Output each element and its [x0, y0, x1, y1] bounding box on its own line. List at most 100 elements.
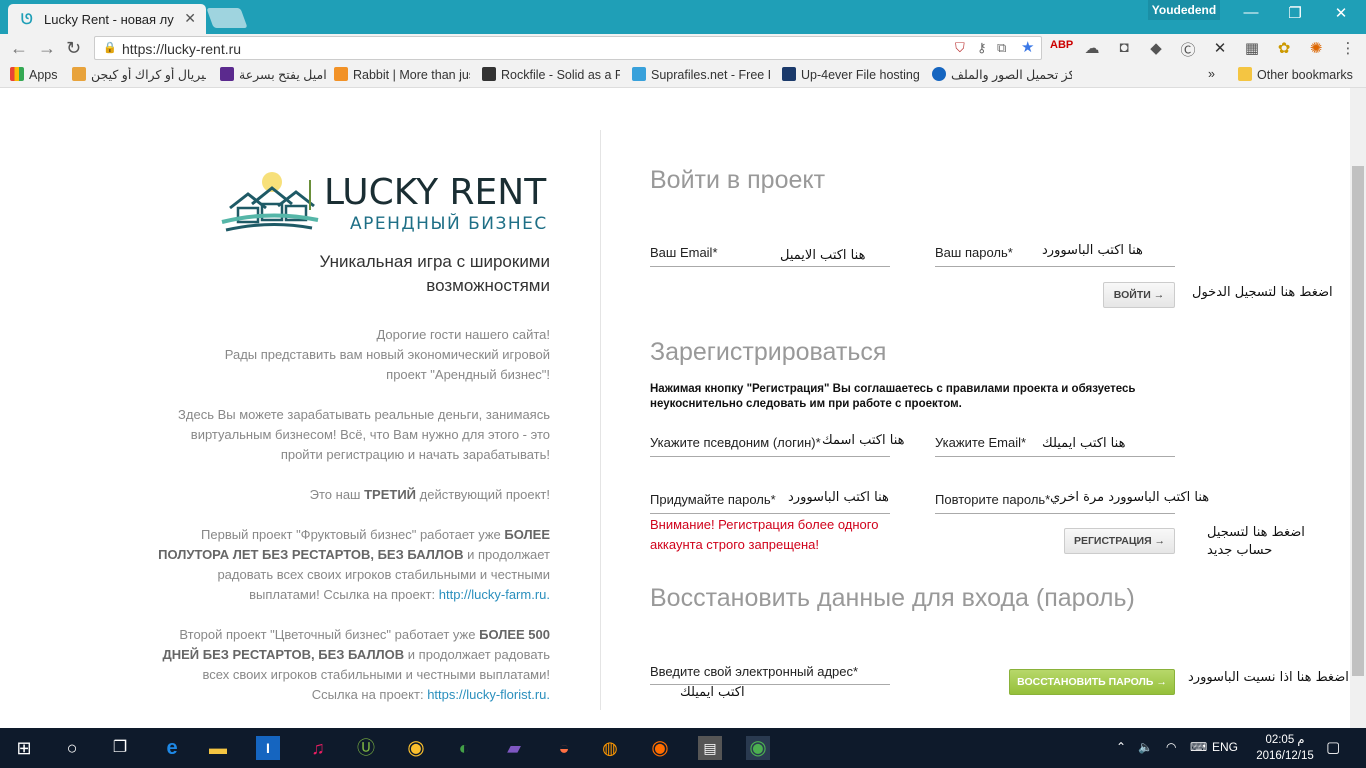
bookmark-rabbit[interactable]: Rabbit | More than jus	[334, 67, 470, 82]
intro-text-bold: ТРЕТИЙ	[364, 487, 417, 502]
register-email-underline	[935, 456, 1175, 457]
puzzle-icon[interactable]: ✿	[1274, 39, 1294, 57]
windows-start-icon[interactable]: ⊞	[12, 736, 36, 760]
bookmark-serial[interactable]: سيريال أو كراك أو كيجن	[72, 67, 206, 82]
intro-text-bold: БОЛЕЕ 500	[479, 627, 550, 642]
other-bookmarks[interactable]: Other bookmarks	[1238, 67, 1353, 82]
itunes-icon[interactable]: ♫	[306, 736, 330, 760]
intro-text-bold: ПОЛУТОРА ЛЕТ БЕЗ РЕСТАРТОВ, БЕЗ БАЛЛОВ	[158, 547, 464, 562]
lucky-farm-link[interactable]: http://lucky-farm.ru.	[439, 587, 550, 602]
recover-button-hint: اضغط هنا اذا نسيت الباسوورد	[1188, 670, 1349, 685]
back-icon[interactable]: ←	[10, 38, 28, 59]
extension-c-icon[interactable]: Ⓒ	[1178, 39, 1198, 60]
register-password-label: Придумайте пароль*	[650, 492, 776, 507]
star-icon[interactable]: ★	[1021, 38, 1034, 56]
login-email-input[interactable]: هنا اكتب الايميل	[780, 248, 865, 263]
url-text: https://lucky-rent.ru	[122, 41, 242, 57]
shield-icon[interactable]: ⛉	[955, 40, 965, 56]
image-extension-icon[interactable]: ▦	[1242, 39, 1262, 57]
bookmark-suprafiles[interactable]: Suprafiles.net - Free F	[632, 67, 770, 82]
gear-extension-icon[interactable]: ✺	[1306, 39, 1326, 57]
register-login-input[interactable]: هنا اكتب اسمك	[822, 433, 904, 448]
menu-icon[interactable]: ⋮	[1338, 39, 1358, 57]
register-password-input[interactable]: هنا اكتب الباسوورد	[788, 490, 889, 505]
bookmarks-bar: Apps سيريال أو كراك أو كيجن اميل يفتح بس…	[0, 62, 1366, 88]
windows-taskbar: ⊞ ○ ❐ e ▬ I ♫ Ⓤ ◉ ◐ ▰ ◒ ◍ ◉ ▤ ◉ ⌃ 🔈 ◠ ⌨ …	[0, 728, 1366, 768]
volume-icon[interactable]: 🔈	[1138, 740, 1153, 754]
bookmark-label: مركز تحميل الصور والملف	[951, 68, 1072, 82]
forward-icon[interactable]: →	[38, 38, 56, 59]
search-icon[interactable]: ○	[60, 736, 84, 760]
tab-title: Lucky Rent - новая лучш	[44, 12, 174, 27]
bookmark-email[interactable]: اميل يفتح بسرعة	[220, 67, 332, 82]
login-email-underline	[650, 266, 890, 267]
scrollbar-thumb[interactable]	[1352, 166, 1364, 676]
browser-toolbar: ← → ↻ 🔒 https://lucky-rent.ru ⛉ ⚷ ⧉ ★ AB…	[0, 34, 1366, 62]
firefox-icon[interactable]: ◉	[648, 736, 672, 760]
key-icon[interactable]: ⚷	[977, 40, 987, 56]
minimize-icon[interactable]: —	[1236, 4, 1266, 21]
video-app-icon[interactable]: ▰	[502, 736, 526, 760]
login-button[interactable]: ВОЙТИ →	[1103, 282, 1175, 308]
bookmark-label: Up-4ever File hosting	[801, 68, 920, 82]
register-repeat-label: Повторите пароль*	[935, 492, 1051, 507]
login-button-hint: اضغط هنا لتسجيل الدخول	[1192, 285, 1333, 300]
reload-icon[interactable]: ↻	[66, 38, 81, 59]
register-email-input[interactable]: هنا اكتب ايميلك	[1042, 436, 1125, 451]
file-explorer-icon[interactable]: ▬	[206, 736, 230, 760]
adblock-icon[interactable]: ABP	[1050, 39, 1073, 51]
media-app-icon[interactable]: ▤	[698, 736, 722, 760]
bookmark-up4ever[interactable]: Up-4ever File hosting	[782, 67, 922, 82]
intro-text-part: Ссылка на проект:	[311, 687, 428, 702]
intro-text-part: Это наш	[309, 487, 365, 502]
new-tab-button[interactable]	[206, 8, 248, 28]
login-password-label: Ваш пароль*	[935, 245, 1013, 260]
maximize-icon[interactable]: ❐	[1280, 4, 1310, 22]
recover-button[interactable]: ВОССТАНОВИТЬ ПАРОЛЬ →	[1009, 669, 1175, 695]
rainbow-icon[interactable]: ☁	[1082, 39, 1102, 57]
taskbar-clock[interactable]: 02:05 م 2016/12/15	[1250, 732, 1320, 764]
chrome-icon[interactable]: ◉	[404, 736, 428, 760]
wifi-app-icon[interactable]: ◍	[598, 736, 622, 760]
register-warning-line-1: Внимание! Регистрация более одного	[650, 517, 879, 532]
bookmarks-overflow-icon[interactable]: »	[1208, 67, 1215, 81]
logo-title: LUCKY RENT	[324, 172, 547, 213]
intro-text: Рады представить вам новый экономический…	[224, 347, 550, 362]
register-button[interactable]: РЕГИСТРАЦИЯ →	[1064, 528, 1175, 554]
bookmark-apps[interactable]: Apps	[10, 67, 58, 82]
register-repeat-input[interactable]: هنا اكتب الباسوورد مرة اخري	[1050, 490, 1209, 505]
bookmark-label: سيريال أو كراك أو كيجن	[91, 68, 206, 82]
game-app-icon[interactable]: ◒	[552, 736, 576, 760]
profile-name[interactable]: Youdedend	[1148, 0, 1220, 20]
language-indicator[interactable]: ENG	[1212, 740, 1238, 754]
folder-icon	[1238, 67, 1252, 81]
lucky-florist-link[interactable]: https://lucky-florist.ru.	[427, 687, 550, 702]
register-button-hint-1: اضغط هنا لتسجيل	[1207, 525, 1305, 540]
network-icon[interactable]: ◠	[1166, 740, 1176, 754]
address-bar[interactable]: 🔒 https://lucky-rent.ru ⛉ ⚷ ⧉ ★	[94, 36, 1042, 60]
utorrent-icon[interactable]: Ⓤ	[354, 736, 378, 760]
chrome-active-icon[interactable]: ◉	[746, 736, 770, 760]
keyboard-icon[interactable]: ⌨	[1190, 740, 1207, 754]
logo-houses-icon	[220, 170, 320, 240]
bookmark-image-upload[interactable]: مركز تحميل الصور والملف	[932, 67, 1072, 82]
bookmark-rockfile[interactable]: Rockfile - Solid as a R	[482, 67, 620, 82]
camera-icon[interactable]: ◘	[1114, 39, 1134, 56]
translate-icon[interactable]: ⧉	[997, 40, 1006, 56]
close-window-icon[interactable]: ✕	[1326, 4, 1356, 22]
extension-icon[interactable]: ◆	[1146, 39, 1166, 57]
recover-email-input[interactable]: اكتب ايميلك	[680, 685, 745, 700]
intro-text-part: действующий проект!	[416, 487, 550, 502]
login-password-input[interactable]: هنا اكتب الباسوورد	[1042, 243, 1143, 258]
x-extension-icon[interactable]: ✕	[1210, 39, 1230, 57]
page-scrollbar[interactable]	[1350, 88, 1366, 728]
globe-app-icon[interactable]: ◐	[452, 736, 476, 760]
show-hidden-icons-icon[interactable]: ⌃	[1116, 740, 1126, 754]
notifications-icon[interactable]: ▢	[1326, 738, 1340, 756]
register-login-underline	[650, 456, 890, 457]
edge-icon[interactable]: e	[160, 736, 184, 760]
close-tab-icon[interactable]: ✕	[184, 10, 196, 27]
app-i-icon[interactable]: I	[256, 736, 280, 760]
browser-tab[interactable]: ᘎ Lucky Rent - новая лучш ✕	[8, 4, 206, 34]
task-view-icon[interactable]: ❐	[108, 736, 132, 760]
